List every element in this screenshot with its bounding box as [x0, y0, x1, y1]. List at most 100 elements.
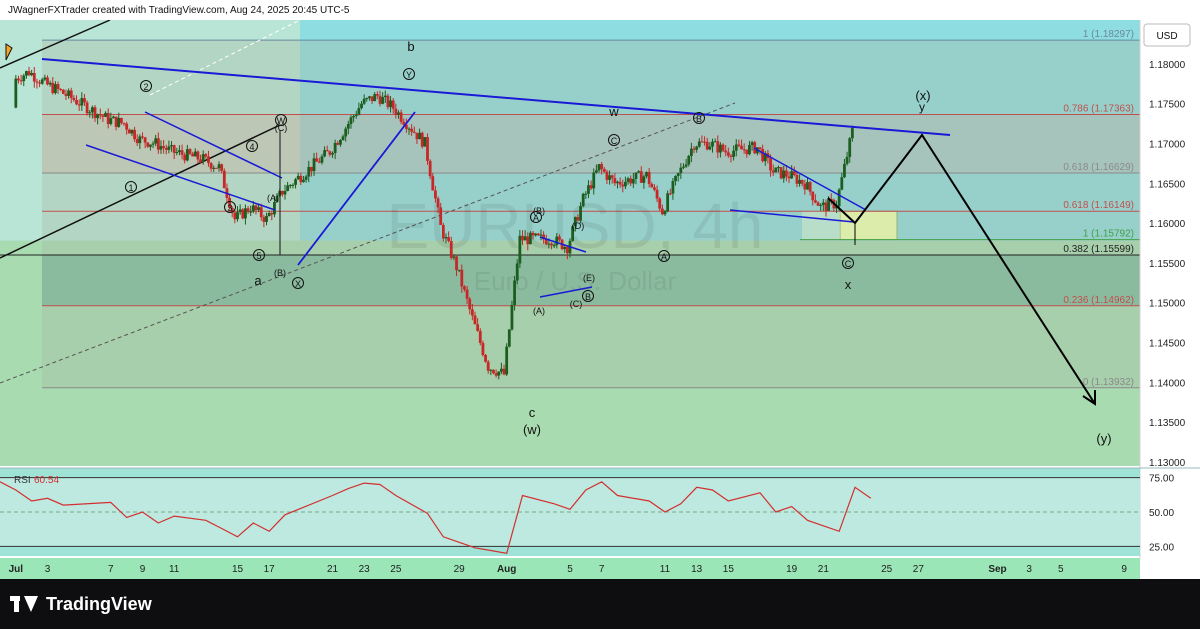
candle-body-61: [175, 152, 179, 154]
candle-body-159: [434, 190, 437, 199]
time-tick-11: Aug: [497, 564, 516, 575]
candle-body-273: [734, 144, 738, 151]
candle-body-164: [447, 237, 451, 242]
candle-body-156: [426, 137, 429, 161]
candle-body-79: [222, 170, 226, 189]
candle-body-67: [191, 153, 195, 157]
candle-body-179: [486, 361, 490, 371]
price-tick-1: 1.17500: [1149, 100, 1186, 111]
candle-body-66: [188, 149, 192, 154]
wave-label-x: x: [845, 277, 852, 292]
candle-body-257: [692, 148, 696, 150]
time-tick-21: Sep: [988, 564, 1006, 575]
price-tick-2: 1.17000: [1149, 139, 1186, 150]
candle-body-272: [732, 150, 736, 157]
wave-label-C-paren: (C): [275, 123, 288, 133]
candle-body-302: [811, 191, 815, 201]
candle-body-114: [315, 158, 319, 162]
candle-body-233: [629, 178, 633, 184]
candle-body-94: [262, 217, 266, 222]
candle-body-10: [40, 79, 44, 84]
candle-body-43: [127, 129, 131, 134]
candle-body-314: [843, 163, 846, 178]
candle-body-165: [449, 241, 453, 258]
wave-label-E-paren: (E): [583, 273, 595, 283]
wave-label-B3-paren: (B): [533, 206, 545, 216]
candle-body-116: [320, 156, 324, 163]
candle-body-12: [46, 77, 49, 85]
price-chart[interactable]: 1 (1.18297) 0.786 (1.17363) 0.618 (1.16629…: [0, 0, 1200, 579]
candle-body-193: [523, 236, 527, 241]
time-tick-3: 9: [140, 564, 146, 575]
candle-body-269: [724, 150, 728, 153]
time-axis: Jul 3 7 9 11 15 17 21 23 25 29 Aug 5 7 11 13 15 19 21 25 27 S…: [0, 558, 1200, 579]
candle-body-27: [85, 102, 89, 114]
time-tick-23: 5: [1058, 564, 1064, 575]
candle-body-152: [415, 132, 419, 140]
candle-body-297: [798, 179, 801, 184]
candle-body-19: [64, 93, 68, 96]
candle-body-134: [368, 96, 371, 99]
time-axis-corner: [1140, 558, 1200, 579]
rsi-title: RSI: [14, 475, 31, 486]
candle-body-206: [558, 236, 561, 240]
candle-body-283: [761, 148, 765, 162]
candle-body-262: [705, 141, 709, 150]
wave-label-X-circled: X: [295, 279, 301, 289]
tradingview-logo[interactable]: TradingView: [10, 594, 152, 615]
rsi-value: 60.54: [34, 475, 59, 486]
candle-body-122: [336, 143, 340, 145]
candle-body-181: [492, 369, 495, 374]
target-zone-box: [839, 210, 898, 241]
candle-body-238: [642, 176, 646, 183]
candle-body-185: [502, 368, 506, 375]
candle-body-150: [410, 128, 414, 132]
candle-body-141: [386, 95, 390, 108]
candle-body-194: [526, 236, 530, 245]
candle-body-293: [787, 176, 791, 179]
candle-body-9: [38, 82, 41, 84]
candle-body-137: [375, 94, 379, 96]
candle-body-39: [117, 117, 121, 127]
candle-body-225: [608, 175, 611, 180]
price-tick-5: 1.15500: [1149, 259, 1186, 270]
candle-body-265: [713, 141, 717, 143]
author-credit: JWagnerFXTrader created with TradingView…: [8, 5, 350, 16]
candle-body-72: [204, 154, 208, 157]
candle-body-243: [655, 189, 659, 199]
candle-body-2: [19, 80, 23, 82]
time-tick-16: 15: [723, 564, 735, 575]
candle-body-138: [378, 95, 382, 104]
candle-body-217: [587, 185, 590, 194]
candle-body-241: [650, 183, 654, 188]
candle-body-294: [790, 171, 794, 179]
candle-body-161: [439, 207, 443, 225]
candle-body-158: [431, 176, 435, 191]
candle-body-255: [687, 155, 691, 165]
candle-body-234: [631, 179, 635, 184]
candle-body-195: [529, 232, 532, 245]
candle-body-91: [254, 205, 258, 211]
wave-label-y: y: [919, 100, 925, 114]
candle-body-190: [515, 263, 519, 281]
candle-body-46: [135, 139, 139, 144]
candle-body-167: [455, 256, 458, 271]
time-tick-4: 11: [169, 564, 180, 575]
candle-body-215: [581, 193, 585, 207]
time-tick-12: 5: [567, 564, 573, 575]
candle-body-266: [716, 141, 720, 153]
price-tick-3: 1.16500: [1149, 179, 1186, 190]
wave-label-a: a: [254, 273, 262, 288]
candle-body-276: [742, 149, 746, 151]
time-tick-2: 7: [108, 564, 114, 575]
candle-body-245: [660, 208, 664, 215]
candle-body-128: [352, 116, 356, 118]
candle-body-177: [481, 342, 485, 355]
candle-body-154: [420, 132, 424, 147]
candle-body-6: [30, 72, 34, 76]
candle-body-24: [77, 104, 81, 106]
time-tick-8: 23: [359, 564, 371, 575]
fib-band-786-618: [42, 114, 1140, 173]
candle-body-41: [122, 122, 126, 124]
candle-body-259: [697, 141, 701, 147]
